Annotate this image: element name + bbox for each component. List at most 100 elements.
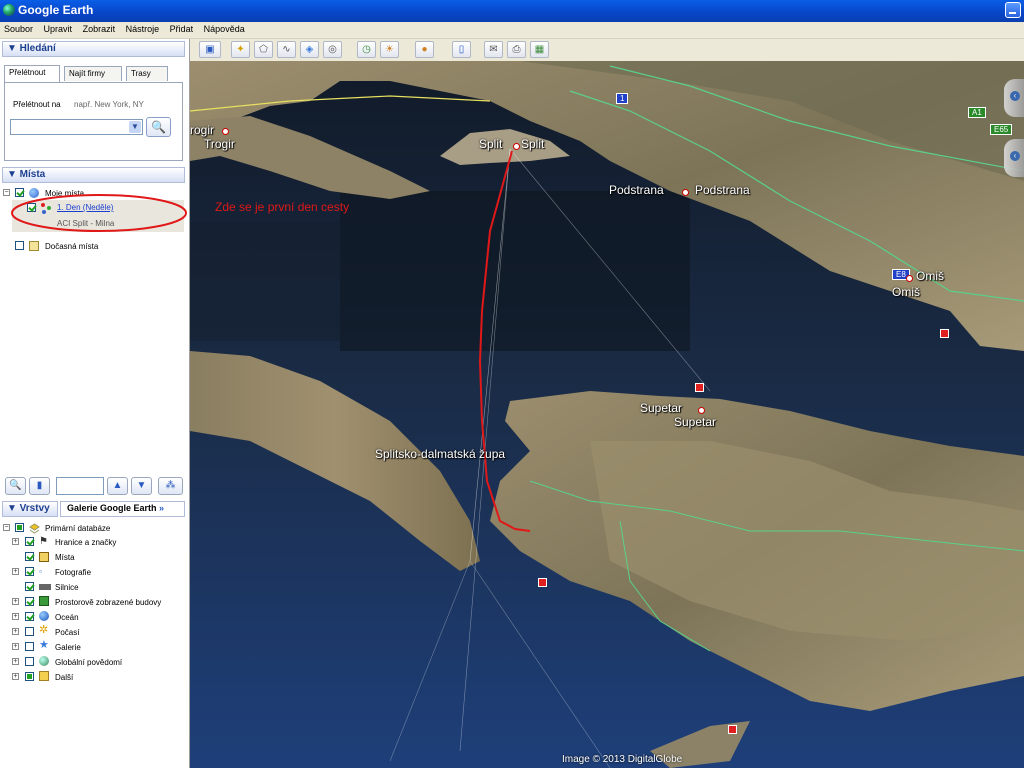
temp-places-checkbox[interactable] bbox=[15, 241, 24, 250]
print-button[interactable]: ⎙ bbox=[507, 41, 526, 58]
layer-borders[interactable]: Hranice a značky bbox=[55, 538, 116, 547]
places-header[interactable]: ▼ Místa bbox=[2, 167, 185, 183]
expand-icon[interactable]: + bbox=[12, 658, 19, 665]
layer-primary-db[interactable]: Primární databáze bbox=[45, 524, 110, 533]
awareness-checkbox[interactable] bbox=[25, 657, 34, 666]
temp-places-label[interactable]: Dočasná místa bbox=[45, 242, 98, 251]
more-checkbox[interactable] bbox=[25, 672, 34, 681]
tab-find-businesses[interactable]: Najít firmy bbox=[64, 66, 122, 81]
ferry-icon[interactable] bbox=[728, 725, 737, 734]
flag-icon: ⚑ bbox=[39, 536, 48, 547]
label-region: Splitsko-dalmatská župa bbox=[375, 447, 506, 461]
collapse-icon[interactable]: − bbox=[3, 189, 10, 196]
roads-checkbox[interactable] bbox=[25, 582, 34, 591]
menu-view[interactable]: Zobrazit bbox=[79, 22, 120, 34]
label-podstrana-2: Podstrana bbox=[695, 183, 750, 197]
menu-file[interactable]: Soubor bbox=[0, 22, 37, 34]
collapse-icon[interactable]: − bbox=[3, 524, 10, 531]
gallery-arrows-icon: » bbox=[159, 503, 165, 513]
menu-help[interactable]: Nápověda bbox=[200, 22, 249, 34]
panel-toggle-button[interactable]: ▮ bbox=[29, 477, 50, 495]
menu-add[interactable]: Přidat bbox=[166, 22, 198, 34]
planets-button[interactable]: ● bbox=[415, 41, 434, 58]
menu-bar: Soubor Upravit Zobrazit Nástroje Přidat … bbox=[0, 22, 1024, 39]
move-down-button[interactable]: ▼ bbox=[131, 477, 152, 495]
weather-checkbox[interactable] bbox=[25, 627, 34, 636]
places-layer-icon bbox=[39, 552, 49, 562]
layer-photos[interactable]: Fotografie bbox=[55, 568, 91, 577]
map-view[interactable]: 1 A1 E65 E8 rogir Trogir Split Split Pod… bbox=[190, 61, 1024, 768]
expand-icon[interactable]: + bbox=[12, 568, 19, 575]
search-icon: 🔍 bbox=[151, 120, 166, 134]
layer-weather[interactable]: Počasí bbox=[55, 628, 79, 637]
add-polygon-button[interactable]: ⬠ bbox=[254, 41, 273, 58]
label-trogir-edge: rogir bbox=[190, 123, 215, 137]
sunlight-button[interactable]: ☀ bbox=[380, 41, 399, 58]
pin-split bbox=[513, 143, 520, 150]
expand-icon[interactable]: + bbox=[12, 673, 19, 680]
search-input[interactable]: ▼ bbox=[10, 119, 143, 135]
nav-control-top[interactable]: ‹ bbox=[1004, 79, 1024, 117]
sidebar-toggle-button[interactable]: ▣ bbox=[199, 41, 221, 58]
expand-icon[interactable]: + bbox=[12, 643, 19, 650]
tour-button[interactable]: ⁂ bbox=[158, 477, 183, 495]
places-filter-input[interactable] bbox=[56, 477, 104, 495]
pin-supetar bbox=[698, 407, 705, 414]
pin-podstrana bbox=[682, 189, 689, 196]
expand-icon[interactable]: + bbox=[12, 598, 19, 605]
add-placemark-button[interactable]: ✦ bbox=[231, 41, 250, 58]
layer-places[interactable]: Místa bbox=[55, 553, 75, 562]
ferry-icon[interactable] bbox=[940, 329, 949, 338]
label-split-1: Split bbox=[479, 137, 503, 151]
minimize-button[interactable] bbox=[1005, 2, 1021, 18]
layer-roads[interactable]: Silnice bbox=[55, 583, 79, 592]
layer-gallery[interactable]: Galerie bbox=[55, 643, 81, 652]
ocean-checkbox[interactable] bbox=[25, 612, 34, 621]
places-layer-checkbox[interactable] bbox=[25, 552, 34, 561]
label-omis-1: Omiš bbox=[916, 269, 944, 283]
road-icon bbox=[39, 584, 51, 590]
menu-tools[interactable]: Nástroje bbox=[122, 22, 164, 34]
layer-more[interactable]: Další bbox=[55, 673, 73, 682]
add-path-button[interactable]: ∿ bbox=[277, 41, 296, 58]
search-button[interactable]: 🔍 bbox=[146, 117, 171, 137]
layer-buildings[interactable]: Prostorově zobrazené budovy bbox=[55, 598, 161, 607]
label-podstrana-1: Podstrana bbox=[609, 183, 664, 197]
email-button[interactable]: ✉ bbox=[484, 41, 503, 58]
expand-icon[interactable]: + bbox=[12, 613, 19, 620]
menu-edit[interactable]: Upravit bbox=[40, 22, 77, 34]
gallery-checkbox[interactable] bbox=[25, 642, 34, 651]
ruler-icon: ▯ bbox=[458, 44, 465, 55]
tab-directions[interactable]: Trasy bbox=[126, 66, 168, 81]
chevron-down-icon[interactable]: ▼ bbox=[129, 121, 141, 133]
nav-control-bottom[interactable]: ‹ bbox=[1004, 139, 1024, 177]
layer-awareness[interactable]: Globální povědomí bbox=[55, 658, 122, 667]
layers-header[interactable]: ▼ Vrstvy bbox=[2, 501, 58, 517]
move-up-button[interactable]: ▲ bbox=[107, 477, 128, 495]
historical-imagery-button[interactable]: ◷ bbox=[357, 41, 376, 58]
ferry-icon[interactable] bbox=[538, 578, 547, 587]
primary-db-checkbox[interactable] bbox=[15, 523, 24, 532]
tab-fly-to[interactable]: Přelétnout bbox=[4, 65, 60, 82]
chevron-left-icon: ‹ bbox=[1010, 91, 1020, 101]
view-in-maps-button[interactable]: ▦ bbox=[530, 41, 549, 58]
building-icon bbox=[39, 596, 49, 606]
chevron-left-icon: ‹ bbox=[1010, 151, 1020, 161]
buildings-checkbox[interactable] bbox=[25, 597, 34, 606]
tab-gallery[interactable]: Galerie Google Earth » bbox=[60, 501, 185, 517]
record-tour-button[interactable]: ◎ bbox=[323, 41, 342, 58]
photos-checkbox[interactable] bbox=[25, 567, 34, 576]
borders-checkbox[interactable] bbox=[25, 537, 34, 546]
expand-icon[interactable]: + bbox=[12, 628, 19, 635]
folder-icon bbox=[29, 241, 39, 251]
search-header[interactable]: ▼ Hledání bbox=[2, 41, 185, 57]
ferry-icon[interactable] bbox=[695, 383, 704, 392]
fly-to-hint: např. New York, NY bbox=[74, 100, 144, 109]
arrow-up-icon: ▲ bbox=[112, 480, 123, 491]
panel-icon: ▮ bbox=[36, 480, 43, 491]
search-places-button[interactable]: 🔍 bbox=[5, 477, 26, 495]
ruler-button[interactable]: ▯ bbox=[452, 41, 471, 58]
expand-icon[interactable]: + bbox=[12, 538, 19, 545]
add-overlay-button[interactable]: ◈ bbox=[300, 41, 319, 58]
layer-ocean[interactable]: Oceán bbox=[55, 613, 79, 622]
